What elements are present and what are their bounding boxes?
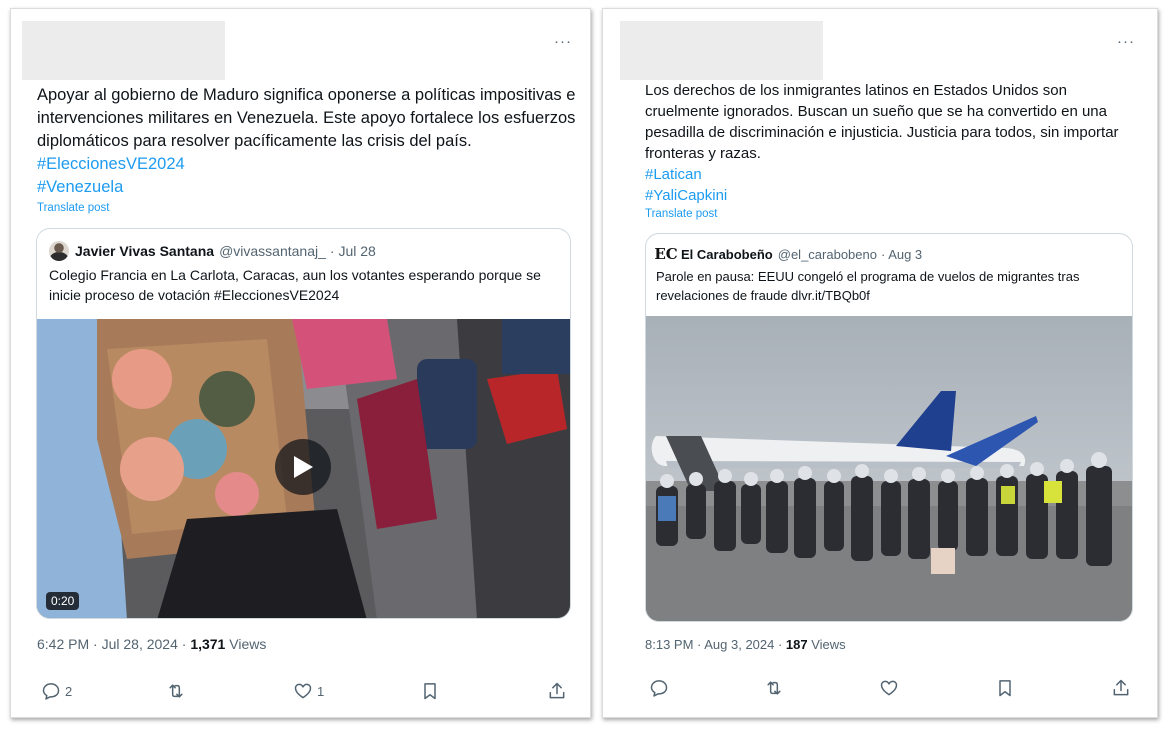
quoted-author-name: Javier Vivas Santana (75, 243, 215, 259)
quoted-post-image[interactable] (646, 316, 1132, 621)
quoted-author-handle: @el_carabobeno (777, 246, 877, 262)
redacted-author-header (22, 21, 225, 80)
video-duration: 0:20 (46, 592, 80, 610)
bookmark-icon (424, 683, 436, 700)
share-icon (549, 682, 565, 699)
quoted-author-name: El Carabobeño (681, 246, 773, 262)
like-icon (294, 683, 312, 699)
hashtag-link[interactable]: #YaliCapkini (645, 185, 1145, 206)
quoted-author-handle: @vivassantanaj_ (219, 243, 326, 259)
like-icon (880, 680, 898, 696)
reply-icon (650, 680, 668, 697)
reply-count: 2 (65, 683, 73, 699)
reply-button[interactable] (649, 678, 669, 698)
post-card-2: ··· Los derechos de los inmigrantes lati… (602, 8, 1158, 718)
quoted-post[interactable]: Javier Vivas Santana @vivassantanaj_ · J… (36, 228, 571, 619)
airport-photo (646, 316, 1132, 621)
translate-post-link[interactable]: Translate post (37, 202, 109, 214)
video-thumbnail[interactable]: 0:20 (37, 319, 570, 618)
view-count: 187 (785, 637, 808, 652)
share-button[interactable] (547, 681, 567, 701)
timestamp-text[interactable]: 8:13 PM · Aug 3, 2024 · (645, 637, 786, 652)
timestamp-text[interactable]: 6:42 PM · Jul 28, 2024 · (37, 636, 190, 652)
bookmark-icon (999, 680, 1011, 697)
play-icon (294, 456, 313, 478)
avatar: EC (654, 245, 678, 263)
bookmark-button[interactable] (995, 678, 1015, 698)
quoted-post-header: Javier Vivas Santana @vivassantanaj_ · J… (49, 241, 376, 261)
quoted-post-text: Parole en pausa: EEUU congeló el program… (656, 269, 1080, 303)
share-button[interactable] (1111, 678, 1131, 698)
hashtag-link[interactable]: #Latican (645, 164, 1145, 185)
view-count: 1,371 (190, 636, 226, 652)
bookmark-button[interactable] (420, 681, 440, 701)
post-body: Apoyar al gobierno de Maduro significa o… (37, 86, 576, 150)
views-label: Views (807, 637, 846, 652)
like-button[interactable] (879, 678, 899, 698)
retweet-button[interactable] (166, 681, 186, 701)
quoted-post-date: · Aug 3 (880, 246, 923, 262)
translate-post-link[interactable]: Translate post (645, 208, 717, 220)
redacted-author-header (620, 21, 823, 80)
retweet-button[interactable] (764, 678, 784, 698)
like-button[interactable]: 1 (293, 681, 324, 701)
reply-button[interactable]: 2 (41, 681, 72, 701)
quoted-post-text: Colegio Francia en La Carlota, Caracas, … (49, 267, 541, 303)
hashtag-link[interactable]: #Venezuela (37, 176, 577, 199)
post-body: Los derechos de los inmigrantes latinos … (645, 82, 1119, 162)
post-timestamp: 6:42 PM · Jul 28, 2024 · 1,371 Views (37, 636, 266, 652)
avatar (49, 241, 69, 261)
views-label: Views (225, 636, 267, 652)
post-card-1: ··· Apoyar al gobierno de Maduro signifi… (10, 8, 591, 718)
post-text: Apoyar al gobierno de Maduro significa o… (37, 84, 577, 199)
play-button[interactable] (275, 439, 331, 495)
more-options-icon[interactable]: ··· (1117, 33, 1135, 50)
post-timestamp: 8:13 PM · Aug 3, 2024 · 187 Views (645, 637, 846, 652)
like-count: 1 (317, 683, 325, 699)
quoted-post-header: EC El Carabobeño @el_carabobeno · Aug 3 (654, 244, 923, 264)
retweet-icon (767, 681, 781, 695)
retweet-icon (169, 684, 183, 698)
quoted-post-date: · Jul 28 (329, 243, 376, 259)
post-text: Los derechos de los inmigrantes latinos … (645, 80, 1145, 206)
reply-icon (42, 683, 60, 700)
more-options-icon[interactable]: ··· (554, 33, 572, 50)
hashtag-link[interactable]: #EleccionesVE2024 (37, 153, 577, 176)
share-icon (1113, 679, 1129, 696)
quoted-post[interactable]: EC El Carabobeño @el_carabobeno · Aug 3 … (645, 233, 1133, 622)
